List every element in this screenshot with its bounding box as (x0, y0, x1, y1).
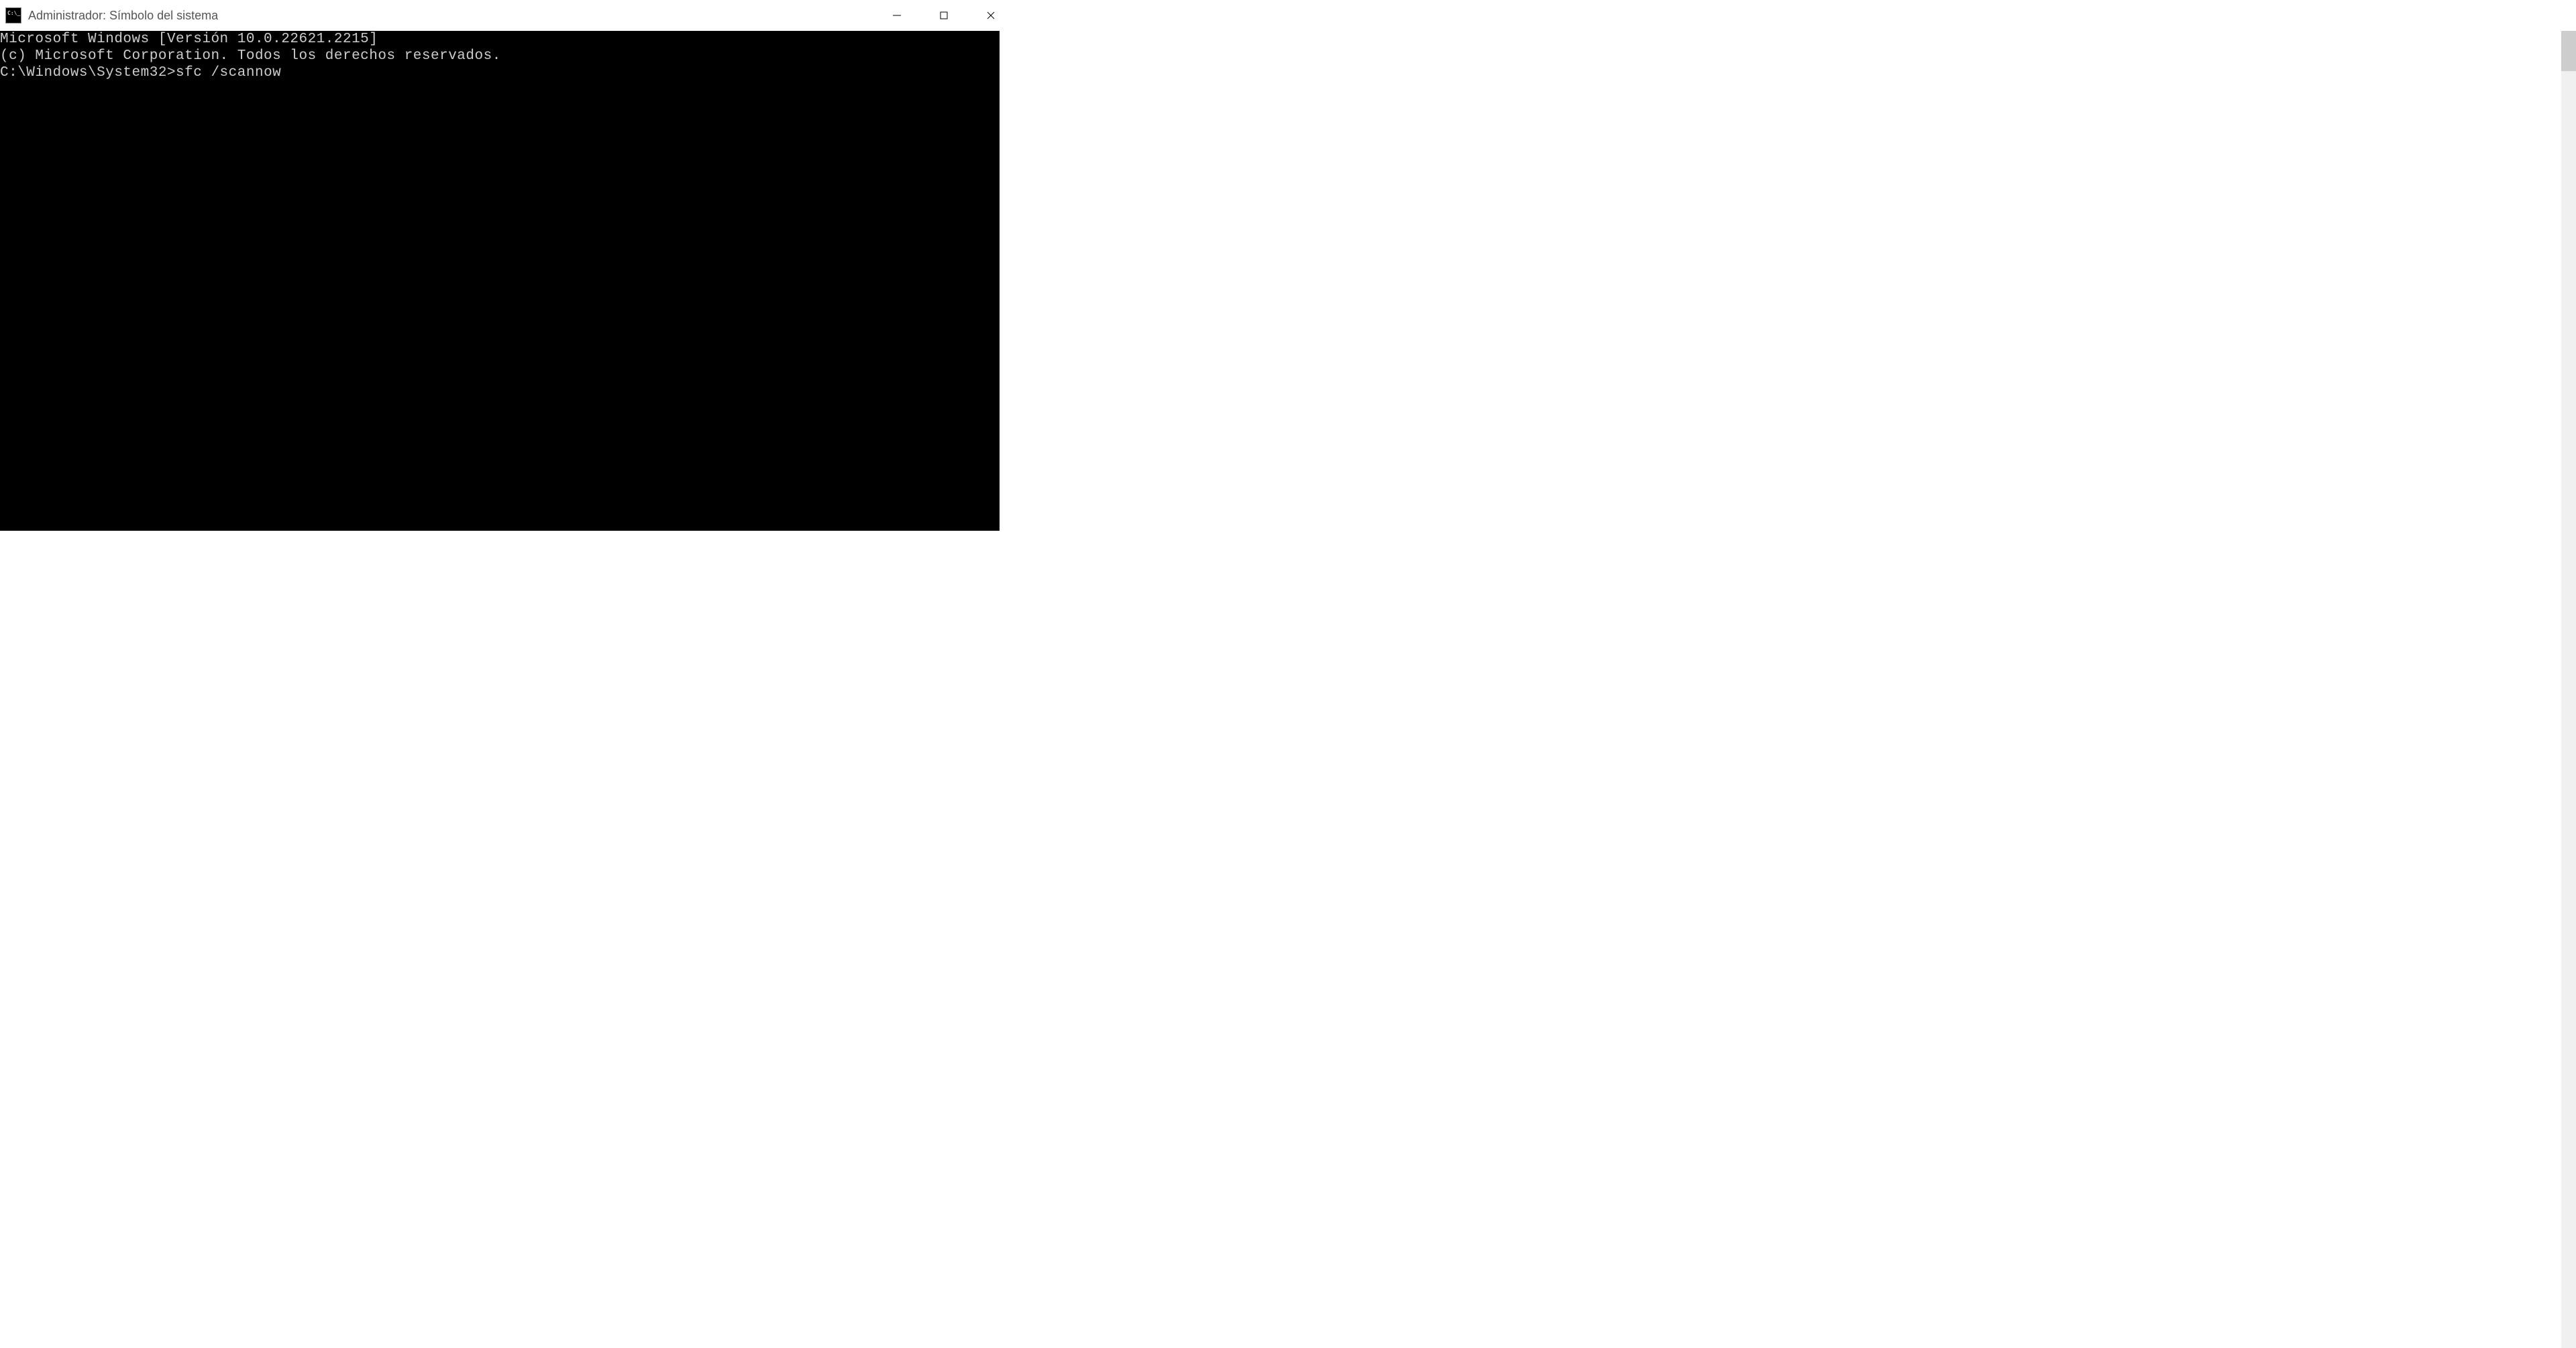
minimize-button[interactable] (873, 0, 920, 31)
terminal-version-line: Microsoft Windows [Versión 10.0.22621.22… (0, 31, 1000, 48)
maximize-button[interactable] (920, 0, 967, 31)
app-icon (5, 7, 21, 23)
terminal-copyright-line: (c) Microsoft Corporation. Todos los der… (0, 48, 1000, 64)
terminal-command: sfc /scannow (176, 65, 281, 81)
close-icon (986, 11, 996, 20)
terminal-prompt: C:\Windows\System32> (0, 65, 176, 81)
vertical-scrollbar[interactable] (2561, 31, 2576, 1348)
command-prompt-window: Administrador: Símbolo del sistema Mi (0, 0, 1014, 531)
terminal-output[interactable]: Microsoft Windows [Versión 10.0.22621.22… (0, 31, 1000, 531)
minimize-icon (892, 11, 902, 20)
terminal-prompt-line: C:\Windows\System32>sfc /scannow (0, 64, 1000, 81)
scrollbar-thumb[interactable] (2561, 31, 2576, 71)
window-title: Administrador: Símbolo del sistema (28, 9, 218, 23)
maximize-icon (939, 11, 949, 20)
window-controls (873, 0, 1014, 31)
title-bar[interactable]: Administrador: Símbolo del sistema (0, 0, 1014, 31)
close-button[interactable] (967, 0, 1014, 31)
